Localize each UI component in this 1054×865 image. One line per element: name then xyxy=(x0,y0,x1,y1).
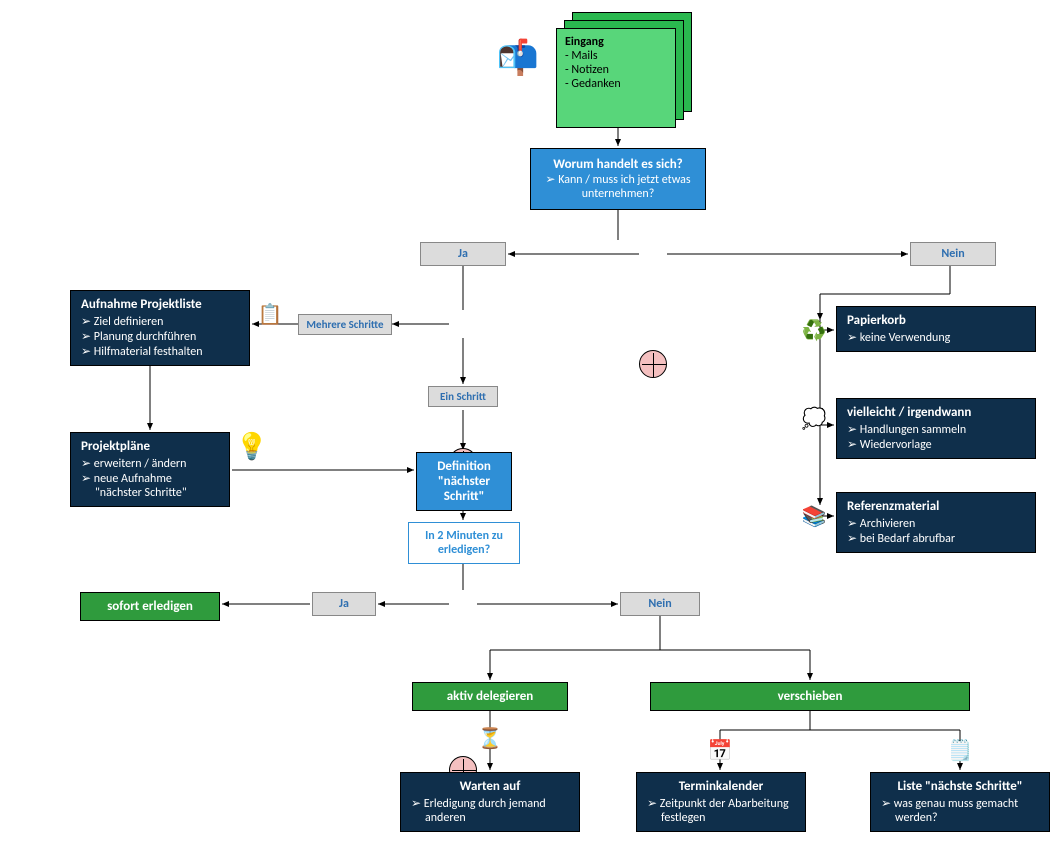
aufnahme-box: Aufnahme Projektliste Ziel definieren Pl… xyxy=(70,290,250,366)
termin-title: Terminkalender xyxy=(647,779,795,794)
eingang-item: - Notizen xyxy=(565,63,667,77)
projektplaene-item: erweitern / ändern xyxy=(95,456,219,471)
clipboard-icon: 📋 xyxy=(252,296,288,332)
vielleicht-item: Wiedervorlage xyxy=(861,437,1025,452)
checklist-icon: 🗒️ xyxy=(942,732,978,768)
papierkorb-title: Papierkorb xyxy=(847,313,1025,328)
ja-bottom-box: Ja xyxy=(312,592,376,616)
definition-box: Definition "nächster Schritt" xyxy=(416,452,512,511)
definition-title: Definition xyxy=(421,459,507,474)
referenz-title: Referenzmaterial xyxy=(847,499,1025,514)
aufnahme-item: Hilfmaterial festhalten xyxy=(95,344,239,359)
recycle-icon: ♻️ xyxy=(796,312,832,348)
mailbox-icon: 📬 xyxy=(500,40,536,76)
referenz-item: Archivieren xyxy=(861,516,1025,531)
eingang-title: Eingang xyxy=(565,35,667,49)
nein-bottom-box: Nein xyxy=(620,592,700,616)
ja-top-box: Ja xyxy=(420,242,506,266)
calendar-icon: 📅 xyxy=(702,732,738,768)
decision-1-icon xyxy=(639,350,667,378)
vielleicht-box: vielleicht / irgendwann Handlungen samme… xyxy=(836,398,1036,459)
verschieben-box: verschieben xyxy=(650,682,970,711)
termin-box: Terminkalender Zeitpunkt der Abarbeitung… xyxy=(636,772,806,832)
idea-icon: 💡 xyxy=(234,428,270,464)
binders-icon: 📚 xyxy=(796,498,832,534)
warten-item: Erledigung durch jemand anderen xyxy=(425,796,569,825)
aufnahme-item: Ziel definieren xyxy=(95,314,239,329)
vielleicht-title: vielleicht / irgendwann xyxy=(847,405,1025,420)
thought-icon: 💭 xyxy=(796,400,832,436)
sofort-box: sofort erledigen xyxy=(80,592,220,621)
delegieren-box: aktiv delegieren xyxy=(412,682,568,711)
einschritt-box: Ein Schritt xyxy=(428,386,498,407)
eingang-box: Eingang - Mails - Notizen - Gedanken xyxy=(556,12,686,122)
eingang-item: - Gedanken xyxy=(565,77,667,91)
liste-box: Liste "nächste Schritte" was genau muss … xyxy=(870,772,1050,832)
referenz-item: bei Bedarf abrufbar xyxy=(861,531,1025,546)
worum-sub: Kann / muss ich jetzt etwas unternehmen? xyxy=(537,172,699,201)
mehrere-box: Mehrere Schritte xyxy=(298,314,392,335)
termin-item: Zeitpunkt der Abarbeitung festlegen xyxy=(661,796,795,825)
projektplaene-item: neue Aufnahme "nächster Schritte" xyxy=(95,471,219,500)
papierkorb-box: Papierkorb keine Verwendung xyxy=(836,306,1036,352)
nein-top-box: Nein xyxy=(910,242,996,266)
hourglass-icon: ⏳ xyxy=(472,720,508,756)
projektplaene-box: Projektpläne erweitern / ändern neue Auf… xyxy=(70,432,230,507)
referenz-box: Referenzmaterial Archivieren bei Bedarf … xyxy=(836,492,1036,553)
papierkorb-item: keine Verwendung xyxy=(861,330,1025,345)
definition-sub: "nächster Schritt" xyxy=(421,474,507,504)
in2min-box: In 2 Minuten zu erledigen? xyxy=(408,522,520,564)
worum-box: Worum handelt es sich? Kann / muss ich j… xyxy=(530,148,706,210)
aufnahme-item: Planung durchführen xyxy=(95,329,239,344)
warten-box: Warten auf Erledigung durch jemand ander… xyxy=(400,772,580,832)
aufnahme-title: Aufnahme Projektliste xyxy=(81,297,239,312)
eingang-item: - Mails xyxy=(565,49,667,63)
projektplaene-title: Projektpläne xyxy=(81,439,219,454)
liste-item: was genau muss gemacht werden? xyxy=(895,796,1039,825)
liste-title: Liste "nächste Schritte" xyxy=(881,779,1039,794)
warten-title: Warten auf xyxy=(411,779,569,794)
vielleicht-item: Handlungen sammeln xyxy=(861,422,1025,437)
worum-title: Worum handelt es sich? xyxy=(537,157,699,172)
